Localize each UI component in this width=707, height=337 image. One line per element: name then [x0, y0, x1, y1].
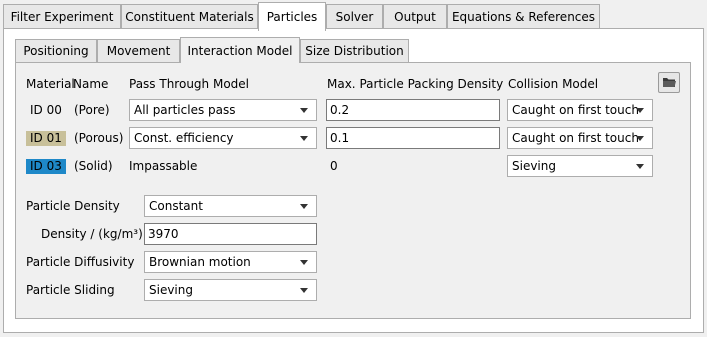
collision-model-value: Caught on first touch: [512, 103, 639, 117]
collision-model-value: Sieving: [512, 159, 556, 173]
particle-sliding-select[interactable]: Sieving: [144, 279, 317, 301]
pass-through-value: All particles pass: [134, 103, 236, 117]
collision-model-select[interactable]: Caught on first touch: [507, 127, 653, 149]
packing-density-input[interactable]: 0.1: [326, 127, 500, 149]
header-name: Name: [73, 77, 109, 91]
tab-equations-references[interactable]: Equations & References: [447, 4, 600, 29]
chevron-down-icon: [300, 108, 308, 113]
pass-through-value: Impassable: [129, 159, 198, 173]
particle-sliding-label: Particle Sliding: [26, 283, 115, 297]
particle-diffusivity-value: Brownian motion: [149, 255, 251, 269]
particle-density-value: Constant: [149, 199, 203, 213]
header-material: Material: [26, 77, 75, 91]
tab-solver[interactable]: Solver: [326, 4, 383, 29]
collision-model-value: Caught on first touch: [512, 131, 639, 145]
packing-density-input[interactable]: 0.2: [326, 99, 500, 121]
packing-density-value: 0: [330, 159, 338, 173]
pass-through-value: Const. efficiency: [134, 131, 234, 145]
collision-model-select[interactable]: Caught on first touch: [507, 99, 653, 121]
chevron-down-icon: [300, 288, 308, 293]
folder-icon: [663, 78, 676, 87]
tab-interaction-model[interactable]: Interaction Model: [180, 37, 300, 63]
pass-through-select[interactable]: All particles pass: [129, 99, 317, 121]
particle-density-select[interactable]: Constant: [144, 195, 317, 217]
pass-through-select[interactable]: Const. efficiency: [129, 127, 317, 149]
tab-constituent-materials[interactable]: Constituent Materials: [121, 4, 258, 29]
material-name: (Solid): [74, 159, 113, 173]
chevron-down-icon: [636, 164, 644, 169]
density-input[interactable]: 3970: [144, 223, 317, 245]
particle-sliding-value: Sieving: [149, 283, 193, 297]
material-name: (Porous): [74, 131, 124, 145]
material-id: ID 01: [26, 131, 66, 146]
particle-density-label: Particle Density: [26, 199, 120, 213]
open-folder-button[interactable]: [658, 72, 680, 93]
chevron-down-icon: [636, 136, 644, 141]
particle-diffusivity-label: Particle Diffusivity: [26, 255, 135, 269]
density-unit-label: Density / (kg/m³): [41, 227, 143, 241]
material-name: (Pore): [74, 103, 110, 117]
chevron-down-icon: [300, 260, 308, 265]
collision-model-select[interactable]: Sieving: [507, 155, 653, 177]
material-id: ID 03: [26, 159, 66, 174]
chevron-down-icon: [300, 136, 308, 141]
chevron-down-icon: [300, 204, 308, 209]
tab-positioning[interactable]: Positioning: [15, 39, 97, 63]
chevron-down-icon: [636, 108, 644, 113]
tab-particles[interactable]: Particles: [258, 2, 326, 31]
tab-filter-experiment[interactable]: Filter Experiment: [3, 4, 121, 29]
tab-output[interactable]: Output: [383, 4, 447, 29]
tab-size-distribution[interactable]: Size Distribution: [300, 39, 409, 63]
tab-movement[interactable]: Movement: [97, 39, 180, 63]
particle-diffusivity-select[interactable]: Brownian motion: [144, 251, 317, 273]
material-id: ID 00: [30, 103, 62, 117]
header-pass-through-model: Pass Through Model: [129, 77, 249, 91]
header-collision-model: Collision Model: [508, 77, 599, 91]
header-max-packing-density: Max. Particle Packing Density: [327, 77, 504, 91]
